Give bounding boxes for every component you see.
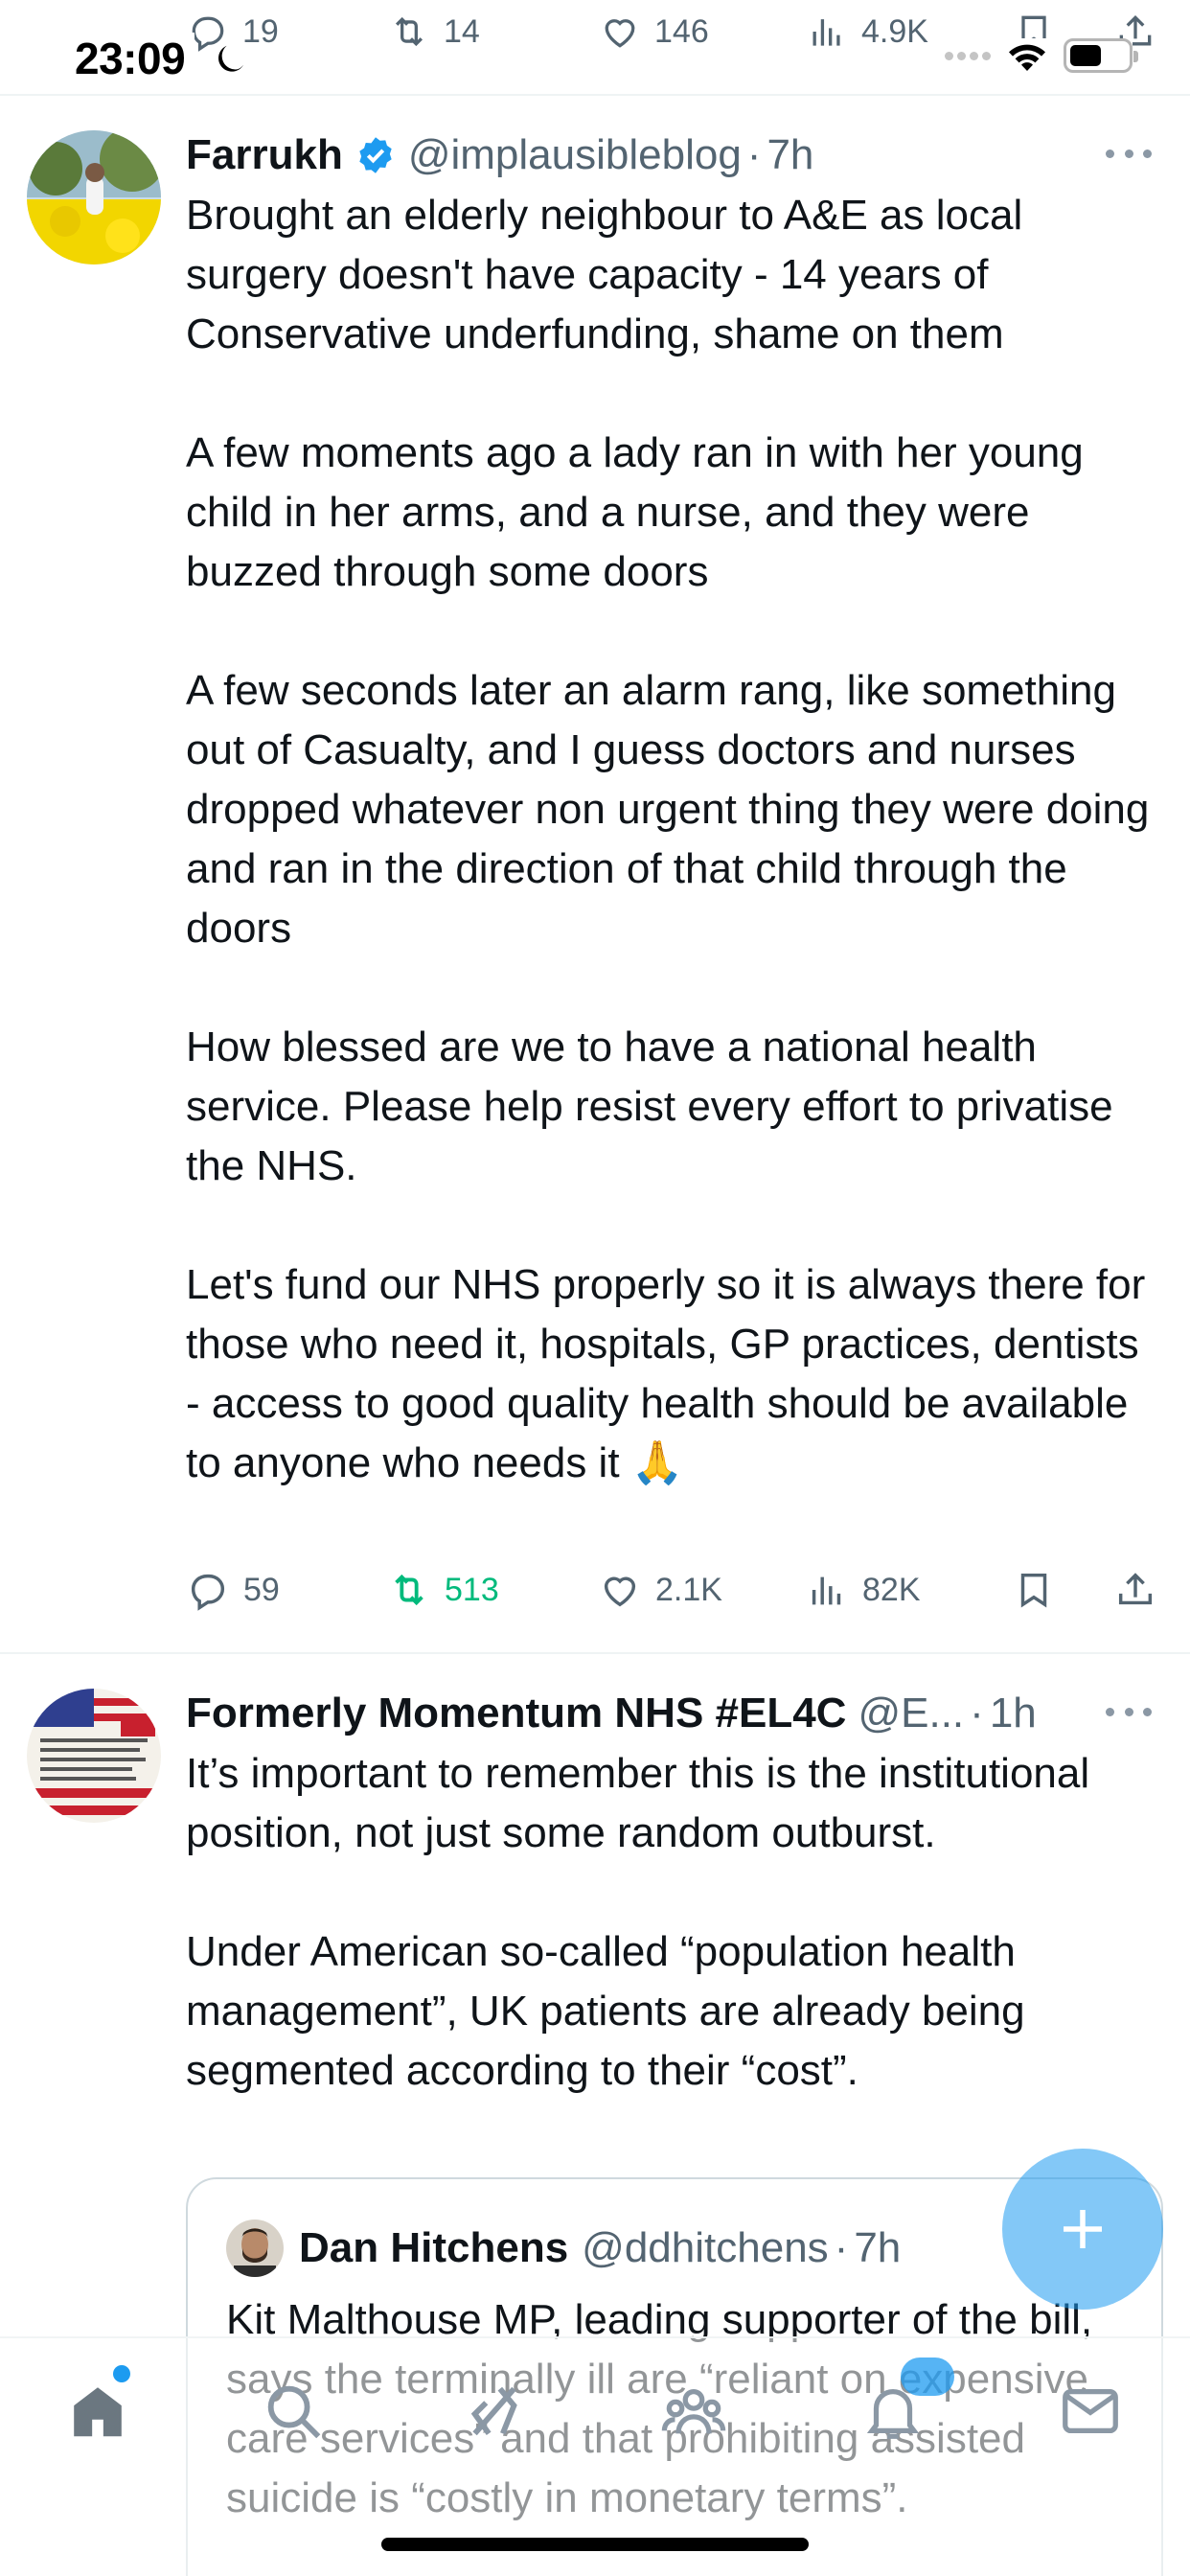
nav-notifications[interactable] — [855, 2373, 931, 2450]
home-icon — [74, 2387, 122, 2437]
views-count: 82K — [862, 1571, 921, 1608]
views-icon — [812, 1576, 841, 1605]
messages-icon — [1063, 2388, 1118, 2434]
like-icon — [605, 19, 635, 48]
search-icon — [267, 2385, 321, 2439]
display-name[interactable]: Farrukh — [186, 131, 343, 179]
battery-icon — [1064, 38, 1138, 73]
separator: · — [970, 1690, 984, 1736]
verified-badge-icon — [359, 137, 392, 173]
nav-grok[interactable] — [456, 2373, 533, 2450]
nav-communities[interactable] — [655, 2373, 732, 2450]
plus-icon — [1064, 2210, 1102, 2248]
avatar[interactable] — [27, 130, 161, 264]
reply-icon — [191, 1574, 225, 1611]
repost-count: 14 — [444, 12, 480, 50]
nav-home[interactable] — [59, 2373, 136, 2450]
tweet-actions: 59 513 2.1K 82K — [186, 1556, 1163, 1623]
notifications-icon — [866, 2388, 920, 2439]
timestamp[interactable]: 1h — [990, 1690, 1037, 1737]
nav-search[interactable] — [255, 2373, 332, 2450]
repost-icon — [395, 16, 423, 47]
repost-count: 513 — [445, 1571, 499, 1608]
tweet-text: Brought an elderly neighbour to A&E as l… — [186, 192, 1150, 1486]
views-button[interactable]: 82K — [805, 1556, 921, 1623]
avatar[interactable] — [27, 1689, 161, 1823]
nav-messages[interactable] — [1052, 2373, 1129, 2450]
separator: · — [746, 131, 762, 178]
reply-count: 59 — [243, 1571, 280, 1608]
more-options-icon[interactable] — [1106, 1696, 1152, 1727]
like-button[interactable]: 2.1K — [598, 1556, 722, 1623]
views-button[interactable]: 4.9K — [806, 8, 928, 56]
like-count: 146 — [654, 12, 709, 50]
bookmark-icon — [1020, 1573, 1047, 1608]
handle[interactable]: @E... — [858, 1690, 964, 1737]
tweet-header: Farrukh @implausibleblog · 7h — [186, 125, 1152, 186]
unread-dot — [113, 2365, 130, 2382]
system-icons — [937, 38, 1138, 73]
quote-header: Dan Hitchens @ddhitchens · 7h — [226, 2218, 901, 2279]
like-count: 2.1K — [655, 1571, 722, 1608]
status-time: 23:09 — [75, 33, 195, 84]
more-options-icon[interactable] — [1106, 138, 1152, 169]
timestamp[interactable]: 7h — [767, 131, 813, 179]
wifi-icon — [1009, 44, 1045, 71]
bookmark-button[interactable] — [1012, 1556, 1056, 1623]
display-name[interactable]: Dan Hitchens — [299, 2224, 568, 2272]
cellular-signal-icon — [945, 51, 991, 60]
reply-button[interactable]: 59 — [186, 1556, 280, 1623]
tweet[interactable]: Farrukh @implausibleblog · 7h Brought an… — [0, 96, 1190, 1654]
timestamp[interactable]: 7h — [854, 2224, 901, 2272]
grok-icon — [470, 2386, 517, 2436]
tweet-header: Formerly Momentum NHS #EL4C @E... · 1h — [186, 1683, 1152, 1744]
handle[interactable]: @implausibleblog — [408, 131, 742, 179]
compose-button[interactable] — [1002, 2149, 1163, 2310]
handle[interactable]: @ddhitchens — [582, 2224, 829, 2272]
like-icon — [604, 1576, 636, 1607]
views-count: 4.9K — [861, 12, 928, 50]
repost-icon — [395, 1574, 423, 1606]
repost-button[interactable]: 513 — [387, 1556, 499, 1623]
avatar[interactable] — [226, 2220, 284, 2277]
display-name[interactable]: Formerly Momentum NHS #EL4C — [186, 1690, 846, 1737]
status-bar: 19 14 146 4.9K 23:09 — [0, 0, 1190, 96]
repost-button[interactable]: 14 — [388, 8, 480, 56]
moon-icon — [218, 45, 244, 72]
share-button[interactable] — [1113, 1556, 1157, 1623]
like-button[interactable]: 146 — [599, 8, 709, 56]
tweet-text: It’s important to remember this is the i… — [186, 1750, 1090, 2094]
home-indicator[interactable] — [381, 2538, 809, 2551]
views-icon — [812, 19, 840, 46]
separator: · — [834, 2224, 849, 2271]
share-icon — [1118, 1573, 1153, 1605]
communities-icon — [661, 2388, 726, 2434]
